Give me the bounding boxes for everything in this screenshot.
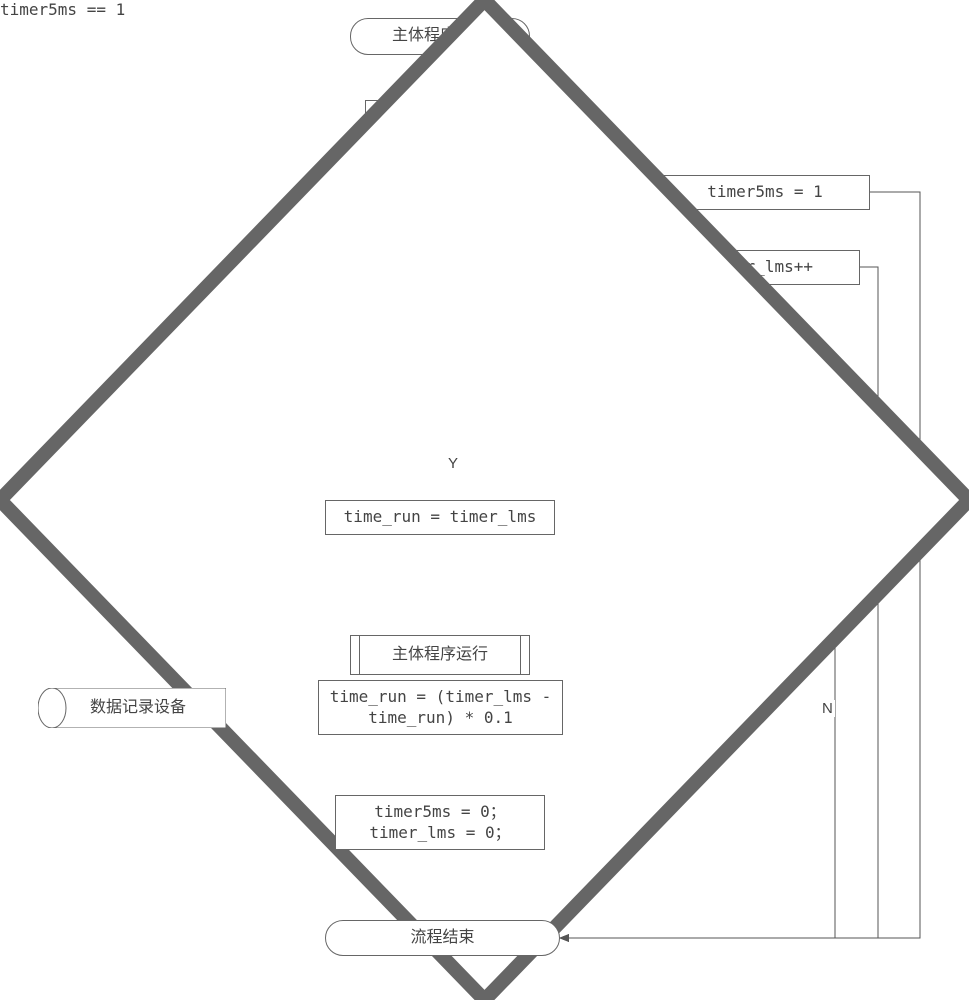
end-terminator: 流程结束 xyxy=(325,920,560,956)
edge-label-n: N xyxy=(820,700,835,717)
calc-process: time_run = (timer_lms - time_run) * 0.1 xyxy=(318,680,563,735)
calc-line1: time_run = (timer_lms - xyxy=(330,687,552,708)
reset-line1: timer5ms = 0； xyxy=(374,802,506,823)
end-label: 流程结束 xyxy=(410,928,474,949)
assign-timerun-label: time_run = timer_lms xyxy=(344,507,537,528)
condition-decision: timer5ms == 1 xyxy=(0,0,240,50)
edge-label-y: Y xyxy=(446,455,460,472)
storage-label: 数据记录设备 xyxy=(78,698,186,719)
main-run-subprocess: 主体程序运行 xyxy=(350,635,530,675)
calc-line2: time_run) * 0.1 xyxy=(368,708,513,729)
condition-label: timer5ms == 1 xyxy=(0,0,125,19)
assign-timerun-process: time_run = timer_lms xyxy=(325,500,555,535)
main-run-label: 主体程序运行 xyxy=(392,645,488,666)
reset-process: timer5ms = 0； timer_lms = 0； xyxy=(335,795,545,850)
storage-device: 数据记录设备 xyxy=(38,688,226,728)
reset-line2: timer_lms = 0； xyxy=(369,823,510,844)
